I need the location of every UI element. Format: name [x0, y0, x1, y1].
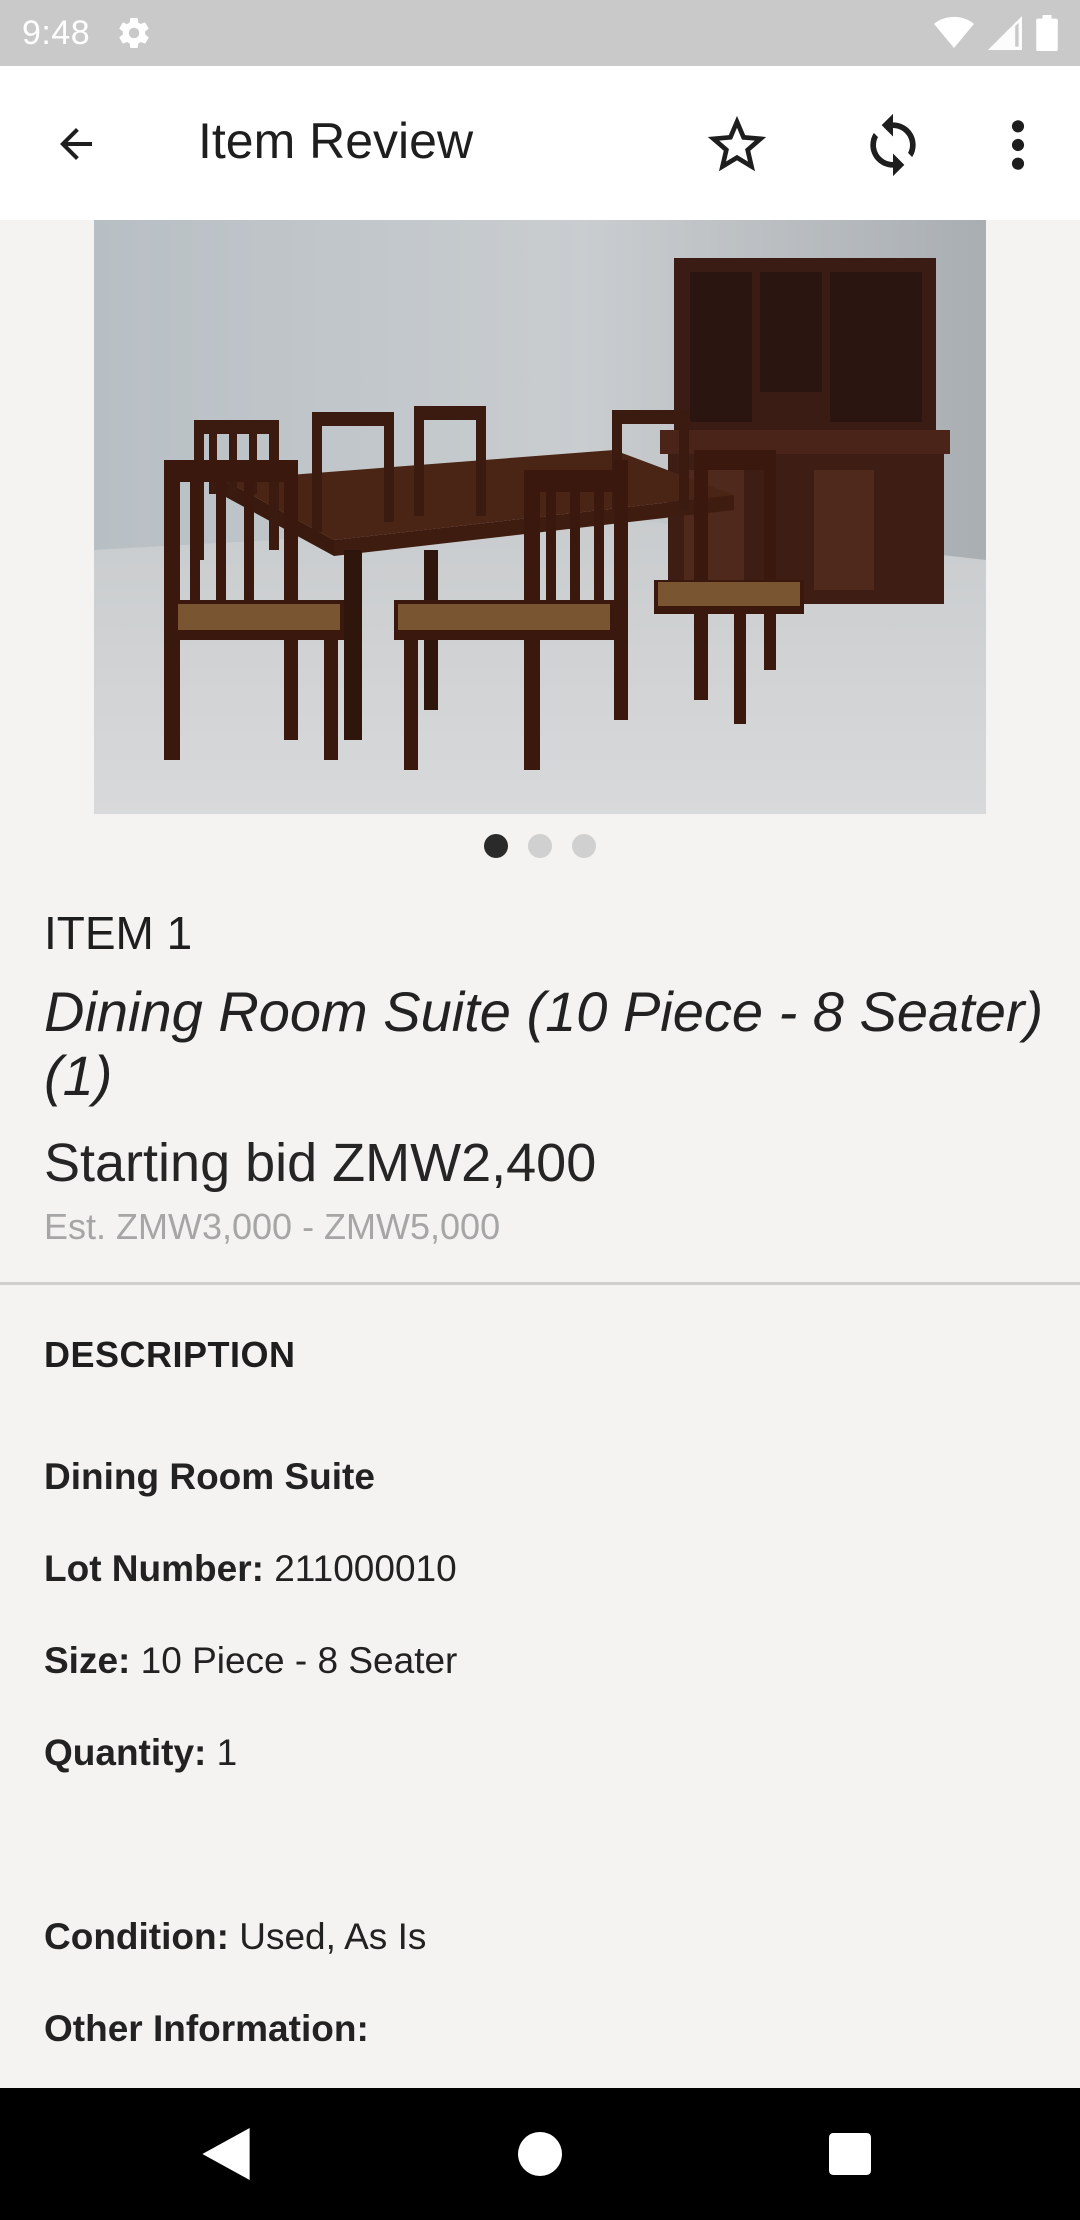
pager-dot-3[interactable]	[572, 834, 596, 858]
nav-home-button[interactable]	[504, 2118, 576, 2190]
item-number: ITEM 1	[44, 907, 193, 959]
item-title: Dining Room Suite (10 Piece - 8 Seater) …	[44, 980, 1044, 1107]
pager-dot-1[interactable]	[484, 834, 508, 858]
quantity-value: 1	[216, 1732, 238, 1773]
item-photo[interactable]	[94, 220, 986, 814]
home-circle-icon	[518, 2132, 562, 2176]
lot-number-row: Lot Number: 211000010	[44, 1548, 457, 1590]
size-value: 10 Piece - 8 Seater	[140, 1640, 458, 1681]
lot-number-value: 211000010	[274, 1548, 457, 1589]
estimate-range: Est. ZMW3,000 - ZMW5,000	[44, 1206, 501, 1247]
refresh-icon	[870, 113, 916, 177]
favorite-button[interactable]	[700, 110, 774, 180]
pager-dot-2[interactable]	[528, 834, 552, 858]
settings-icon	[116, 15, 152, 51]
nav-back-button[interactable]	[190, 2118, 262, 2190]
more-vert-icon	[1011, 120, 1025, 170]
cell-signal-icon	[988, 16, 1022, 50]
quantity-row: Quantity: 1	[44, 1732, 237, 1774]
lot-number-label: Lot Number:	[44, 1548, 264, 1589]
refresh-button[interactable]	[856, 108, 930, 182]
back-triangle-icon	[202, 2128, 250, 2180]
size-label: Size:	[44, 1640, 131, 1681]
app-bar: Item Review	[0, 66, 1080, 220]
description-item-name: Dining Room Suite	[44, 1456, 375, 1498]
more-options-button[interactable]	[996, 110, 1040, 180]
description-heading: DESCRIPTION	[44, 1334, 296, 1375]
other-information-label: Other Information:	[44, 2008, 369, 2049]
status-bar: 9:48	[0, 0, 1080, 66]
quantity-label: Quantity:	[44, 1732, 207, 1773]
condition-value: Used, As Is	[239, 1916, 427, 1957]
star-outline-icon	[707, 115, 767, 172]
other-information-row: Other Information:	[44, 2008, 369, 2050]
back-arrow-icon	[60, 128, 92, 160]
size-row: Size: 10 Piece - 8 Seater	[44, 1640, 457, 1682]
system-nav-bar	[0, 2088, 1080, 2220]
status-time: 9:48	[22, 13, 91, 52]
back-button[interactable]	[44, 116, 108, 172]
description-name-text: Dining Room Suite	[44, 1456, 375, 1497]
page-title: Item Review	[198, 113, 474, 169]
battery-icon	[1036, 15, 1058, 51]
wifi-icon	[934, 16, 974, 50]
image-pager	[0, 834, 1080, 860]
section-divider	[0, 1282, 1080, 1285]
nav-recents-button[interactable]	[814, 2118, 886, 2190]
recents-square-icon	[829, 2133, 871, 2175]
condition-label: Condition:	[44, 1916, 229, 1957]
starting-bid: Starting bid ZMW2,400	[44, 1133, 597, 1193]
condition-row: Condition: Used, As Is	[44, 1916, 426, 1958]
